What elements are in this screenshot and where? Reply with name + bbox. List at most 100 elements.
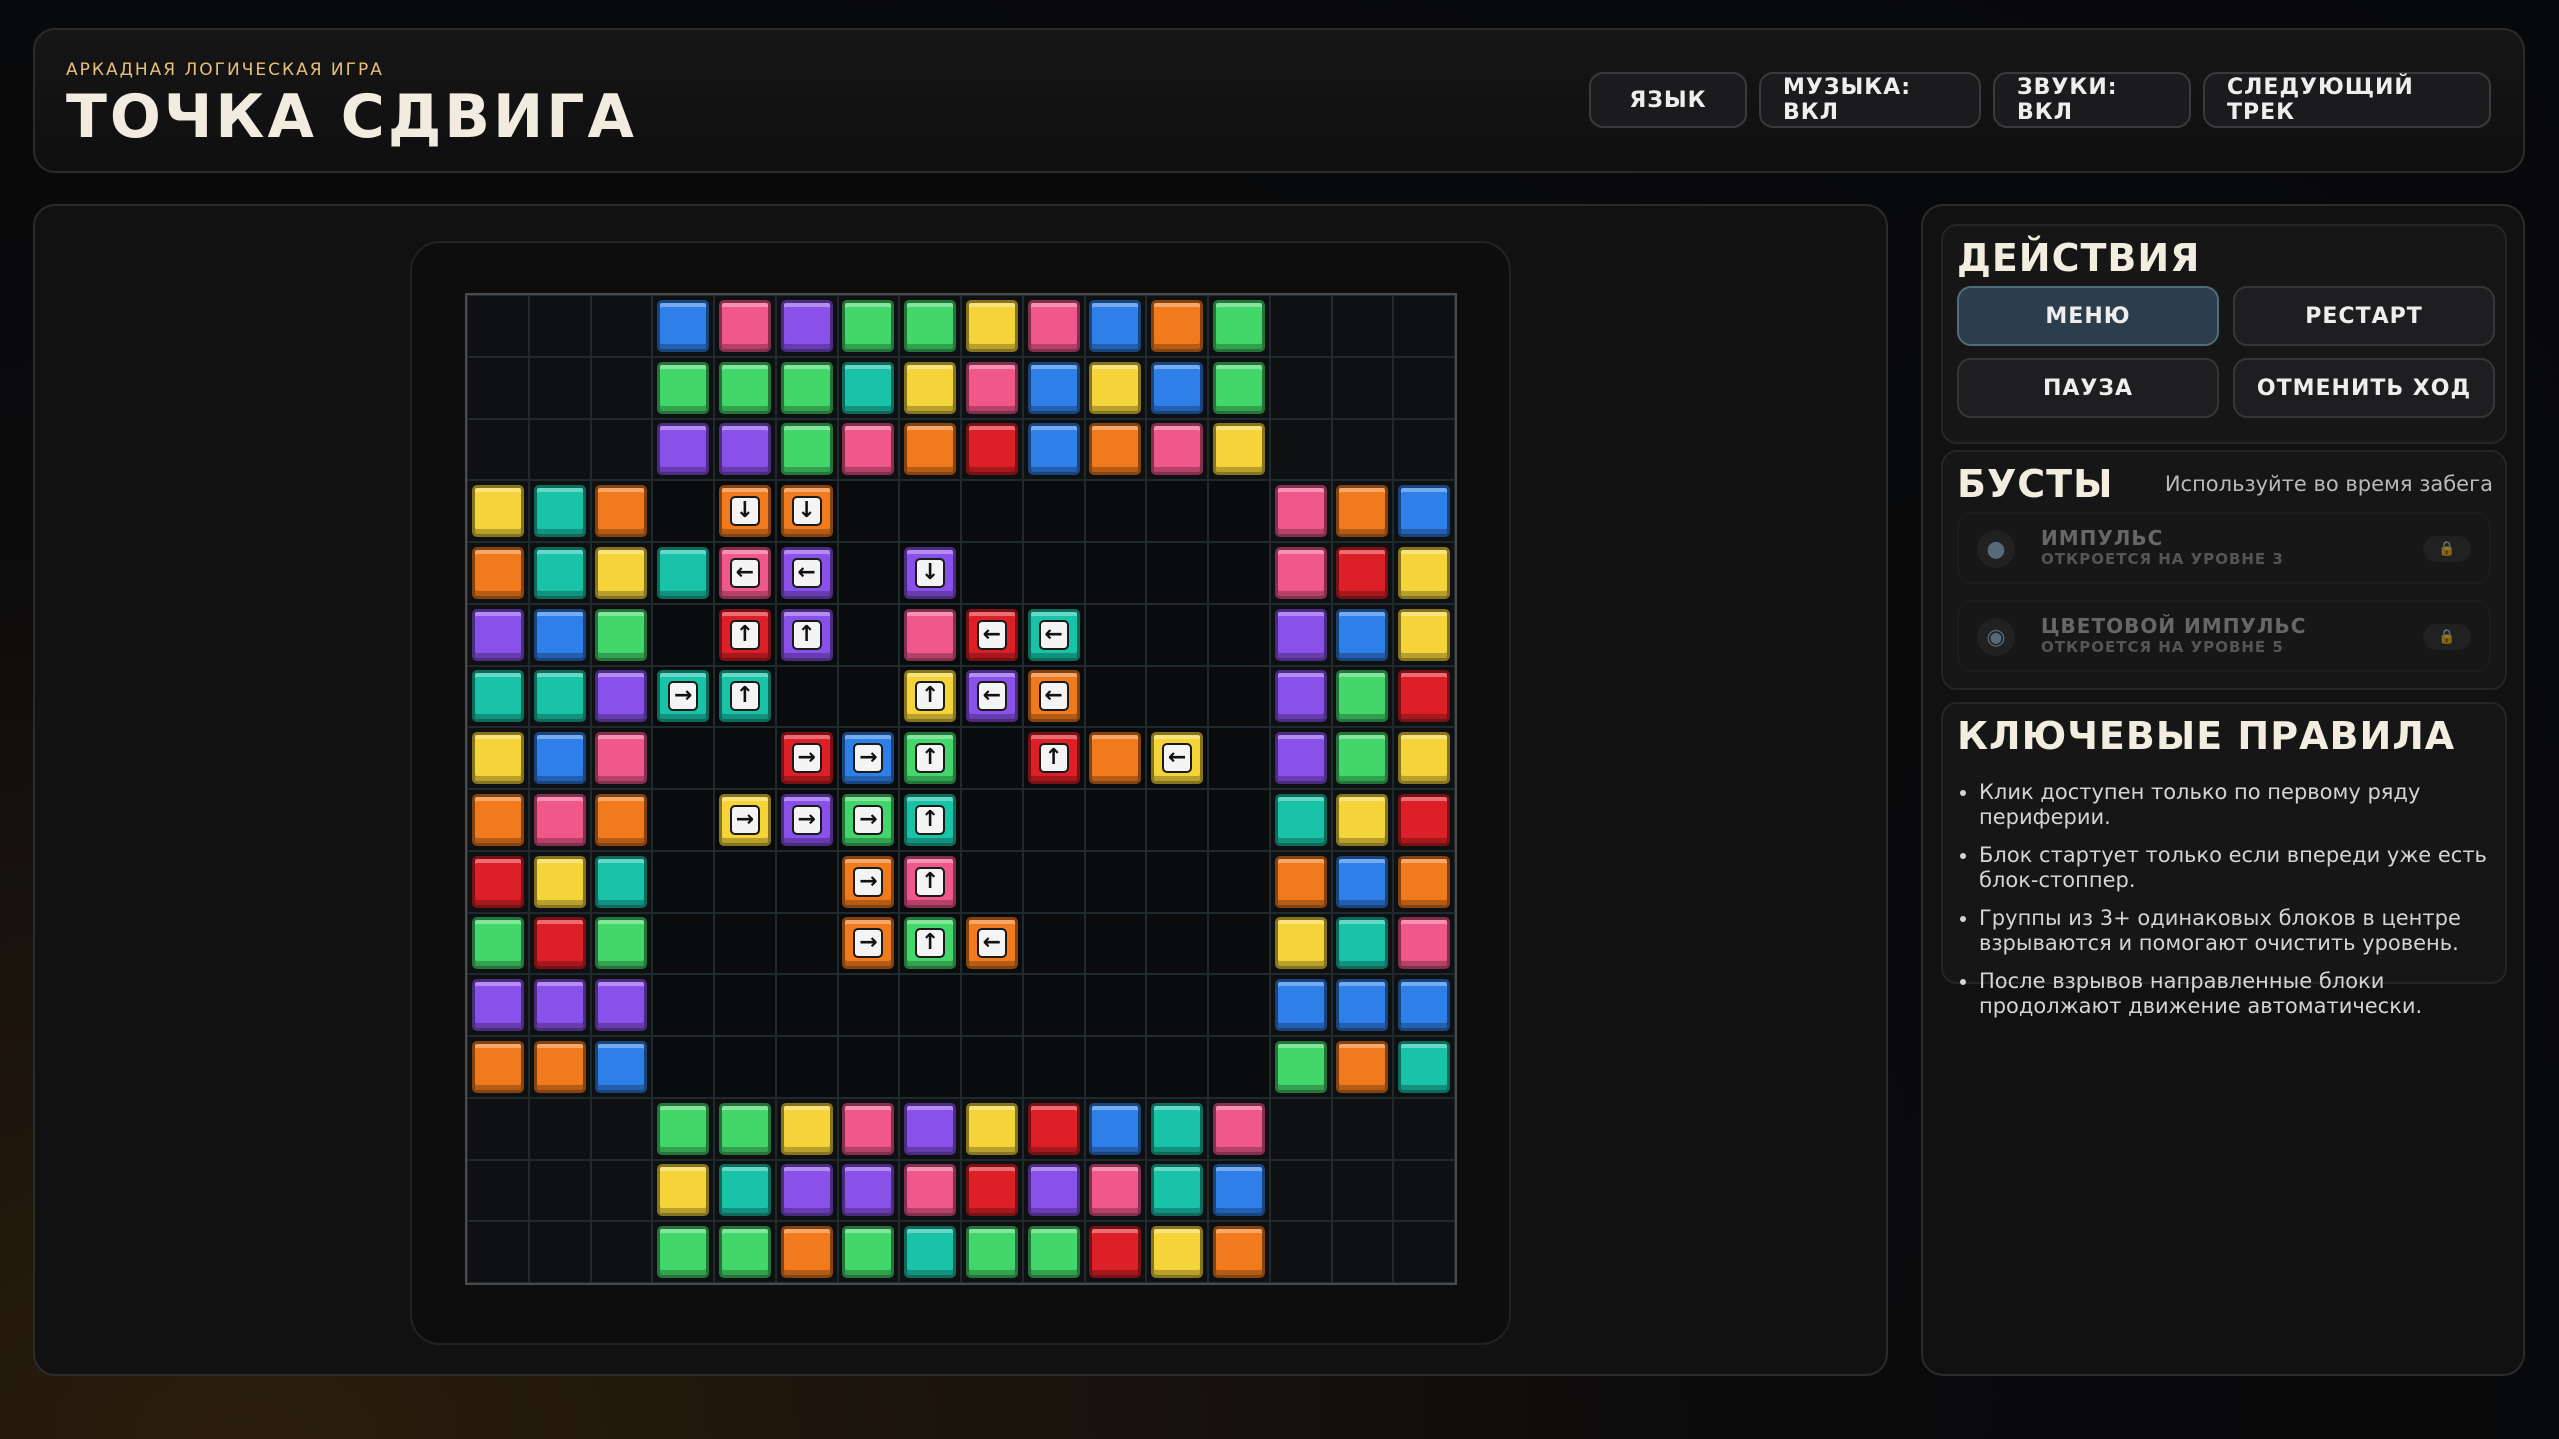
color-block[interactable] [780,299,833,352]
color-block[interactable] [1398,670,1451,723]
arrow-block[interactable]: ↑ [718,608,771,661]
arrow-block[interactable]: ← [1151,732,1204,785]
arrow-block[interactable]: → [657,670,710,723]
arrow-block[interactable]: ← [780,546,833,599]
color-block[interactable] [657,299,710,352]
color-block[interactable] [1336,1040,1389,1093]
color-block[interactable] [718,423,771,476]
boost-color-impulse[interactable]: ◉ ЦВЕТОВОЙ ИМПУЛЬС ОТКРОЕТСЯ НА УРОВНЕ 5… [1957,600,2491,672]
color-block[interactable] [471,670,524,723]
color-block[interactable] [1336,979,1389,1032]
color-block[interactable] [1398,793,1451,846]
color-block[interactable] [595,732,648,785]
color-block[interactable] [1274,732,1327,785]
color-block[interactable] [1027,1164,1080,1217]
color-block[interactable] [533,793,586,846]
color-block[interactable] [1398,917,1451,970]
arrow-block[interactable]: ↓ [904,546,957,599]
color-block[interactable] [1274,855,1327,908]
color-block[interactable] [1212,1226,1265,1279]
arrow-block[interactable]: ↑ [904,917,957,970]
next-track-button[interactable]: СЛЕДУЮЩИЙ ТРЕК [2203,72,2491,128]
color-block[interactable] [965,423,1018,476]
pause-button[interactable]: ПАУЗА [1957,358,2219,418]
color-block[interactable] [1151,1164,1204,1217]
arrow-block[interactable]: → [842,917,895,970]
color-block[interactable] [657,546,710,599]
color-block[interactable] [842,1102,895,1155]
color-block[interactable] [1274,1040,1327,1093]
arrow-block[interactable]: → [842,732,895,785]
color-block[interactable] [780,361,833,414]
color-block[interactable] [965,1102,1018,1155]
color-block[interactable] [1212,361,1265,414]
color-block[interactable] [1151,1226,1204,1279]
arrow-block[interactable]: ← [965,608,1018,661]
color-block[interactable] [471,855,524,908]
color-block[interactable] [595,917,648,970]
color-block[interactable] [595,670,648,723]
arrow-block[interactable]: ↑ [904,793,957,846]
color-block[interactable] [533,917,586,970]
color-block[interactable] [471,608,524,661]
color-block[interactable] [1151,361,1204,414]
color-block[interactable] [904,1164,957,1217]
arrow-block[interactable]: → [842,793,895,846]
arrow-block[interactable]: ↓ [780,485,833,538]
color-block[interactable] [1212,423,1265,476]
color-block[interactable] [965,1164,1018,1217]
color-block[interactable] [657,423,710,476]
color-block[interactable] [595,979,648,1032]
arrow-block[interactable]: ↑ [1027,732,1080,785]
color-block[interactable] [595,793,648,846]
color-block[interactable] [471,732,524,785]
color-block[interactable] [1089,1164,1142,1217]
color-block[interactable] [1151,1102,1204,1155]
color-block[interactable] [471,485,524,538]
color-block[interactable] [1398,1040,1451,1093]
color-block[interactable] [1398,485,1451,538]
color-block[interactable] [780,1102,833,1155]
arrow-block[interactable]: → [780,793,833,846]
color-block[interactable] [471,546,524,599]
color-block[interactable] [1027,1102,1080,1155]
color-block[interactable] [595,855,648,908]
color-block[interactable] [1212,1164,1265,1217]
color-block[interactable] [471,979,524,1032]
color-block[interactable] [533,979,586,1032]
color-block[interactable] [780,423,833,476]
arrow-block[interactable]: ↑ [904,670,957,723]
sound-toggle-button[interactable]: ЗВУКИ: ВКЛ [1993,72,2191,128]
color-block[interactable] [471,1040,524,1093]
color-block[interactable] [1398,732,1451,785]
color-block[interactable] [1212,1102,1265,1155]
color-block[interactable] [718,1164,771,1217]
color-block[interactable] [1336,608,1389,661]
color-block[interactable] [904,361,957,414]
color-block[interactable] [657,361,710,414]
color-block[interactable] [595,546,648,599]
color-block[interactable] [595,608,648,661]
color-block[interactable] [842,299,895,352]
color-block[interactable] [657,1226,710,1279]
color-block[interactable] [1089,299,1142,352]
arrow-block[interactable]: → [842,855,895,908]
color-block[interactable] [1027,1226,1080,1279]
color-block[interactable] [1027,361,1080,414]
color-block[interactable] [657,1164,710,1217]
color-block[interactable] [657,1102,710,1155]
menu-button[interactable]: МЕНЮ [1957,286,2219,346]
color-block[interactable] [718,1102,771,1155]
color-block[interactable] [1336,546,1389,599]
color-block[interactable] [1274,608,1327,661]
color-block[interactable] [780,1164,833,1217]
color-block[interactable] [1274,546,1327,599]
color-block[interactable] [1274,485,1327,538]
color-block[interactable] [1336,732,1389,785]
color-block[interactable] [1336,855,1389,908]
arrow-block[interactable]: ↓ [718,485,771,538]
color-block[interactable] [1336,485,1389,538]
color-block[interactable] [1336,793,1389,846]
color-block[interactable] [904,1102,957,1155]
color-block[interactable] [1336,917,1389,970]
